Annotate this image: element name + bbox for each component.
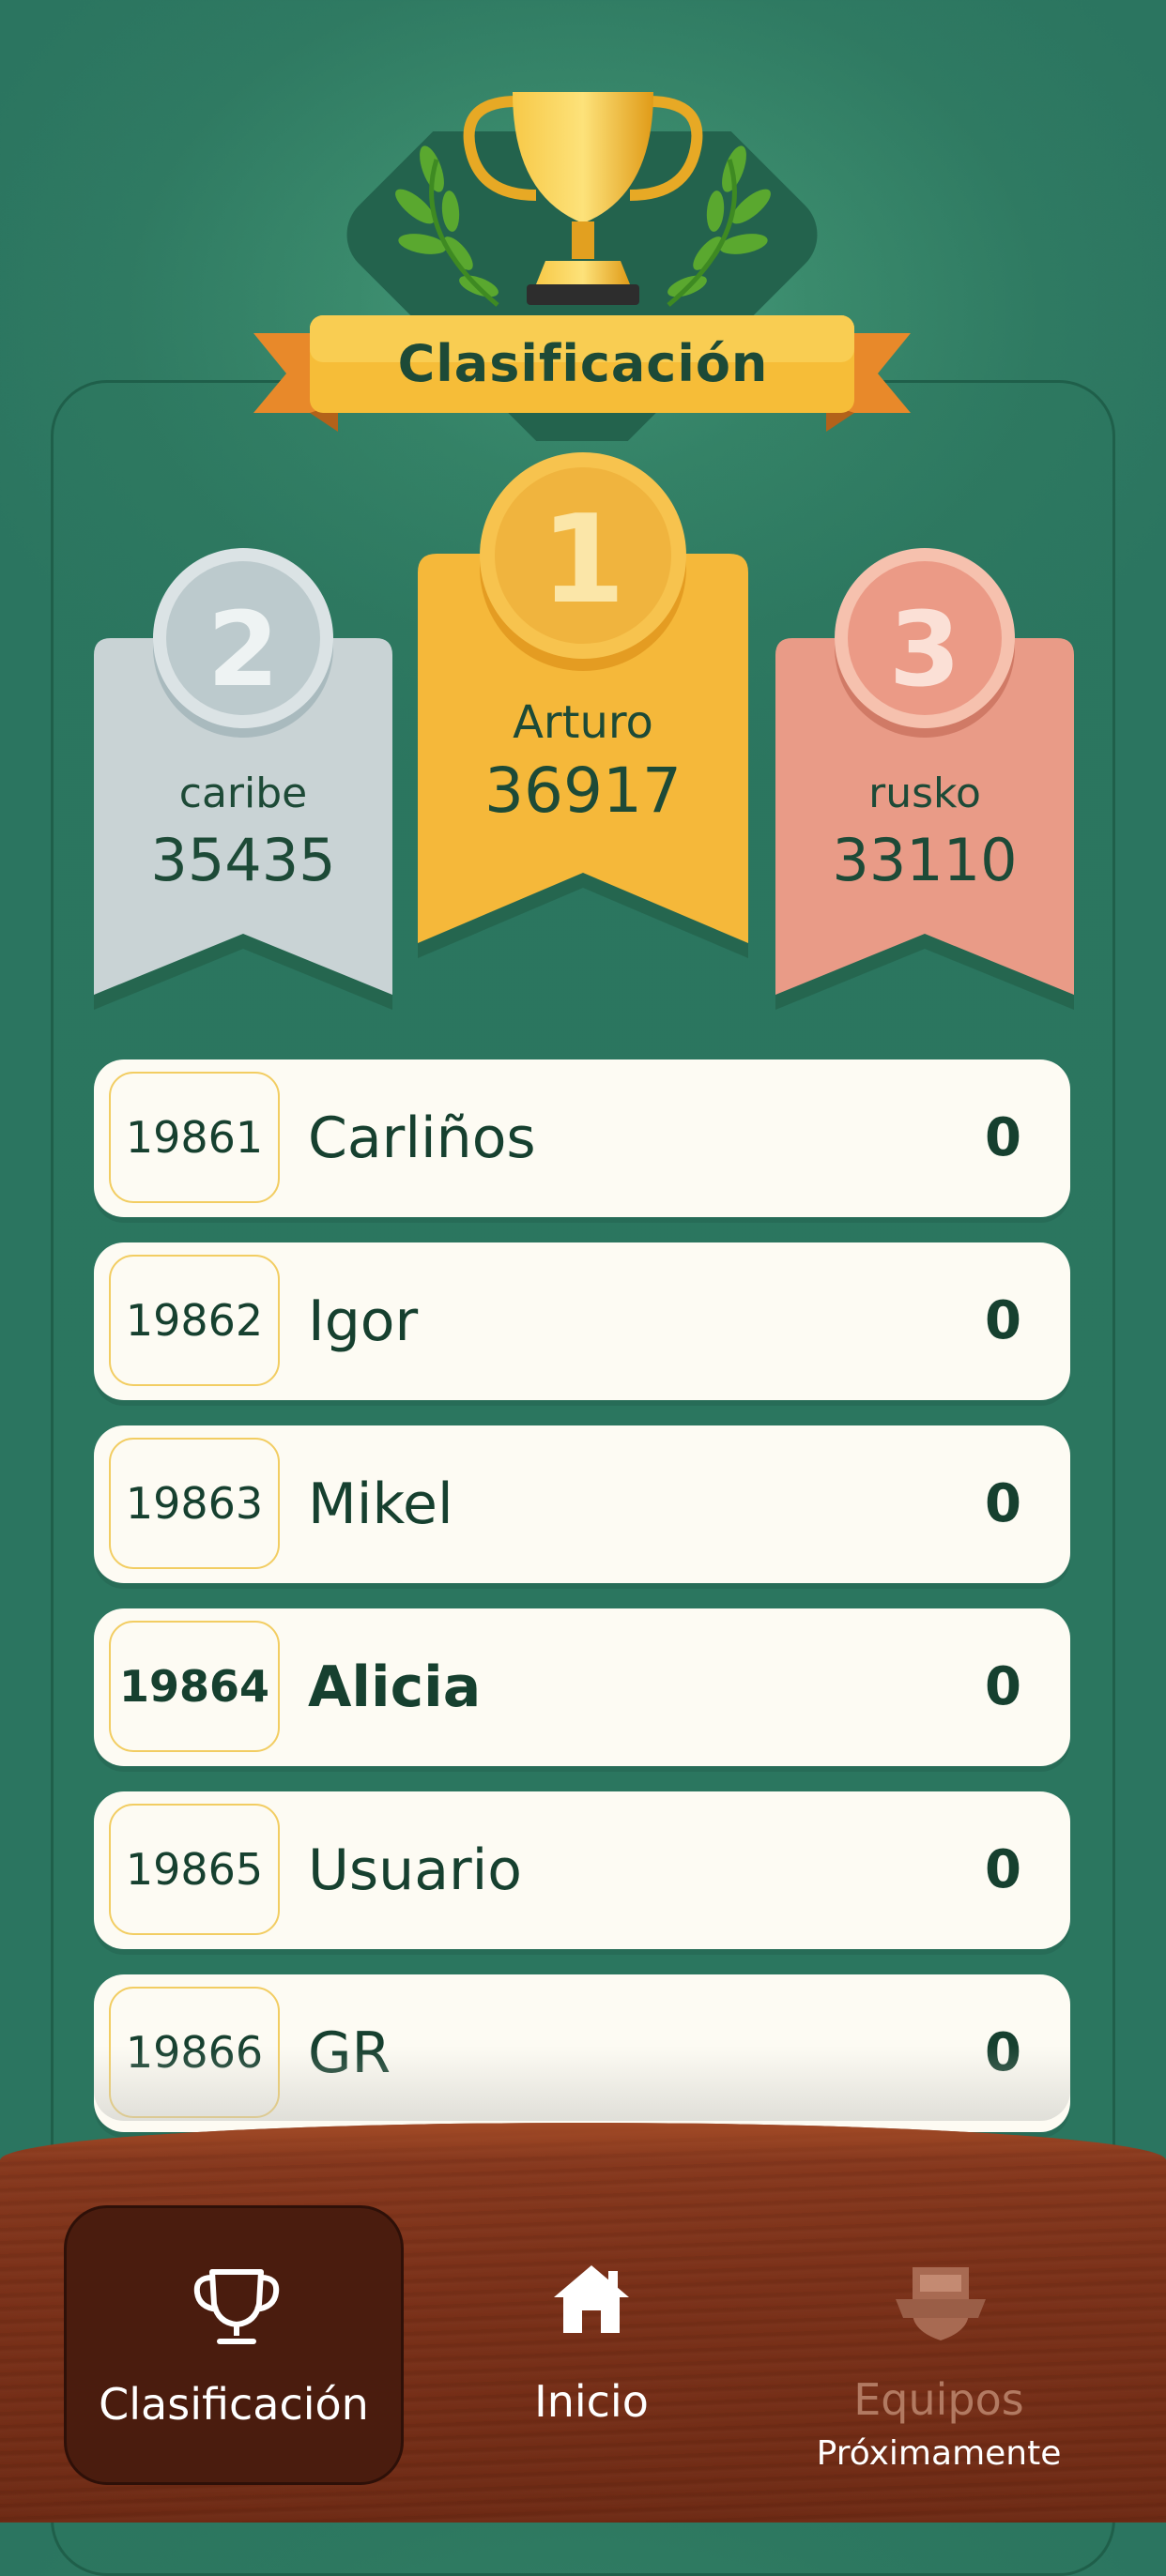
player-name: Alicia xyxy=(308,1654,482,1720)
nav-tab-equipos[interactable]: Equipos Próximamente xyxy=(807,2205,1070,2485)
leaderboard-row[interactable]: 19863 Mikel 0 xyxy=(94,1425,1070,1583)
podium-score: 33110 xyxy=(832,826,1018,894)
player-score: 0 xyxy=(985,2022,1021,2083)
rank-badge: 2 xyxy=(207,589,280,709)
player-name: Mikel xyxy=(308,1471,453,1537)
player-score: 0 xyxy=(985,1107,1021,1168)
podium-second[interactable]: 2 caribe 35435 xyxy=(94,544,392,1014)
nav-tab-clasificacion[interactable]: Clasificación xyxy=(64,2205,404,2485)
podium-score: 35435 xyxy=(150,826,336,894)
player-name: Igor xyxy=(308,1288,419,1354)
nav-label: Inicio xyxy=(534,2376,649,2427)
nav-label: Clasificación xyxy=(99,2379,369,2430)
leaderboard-row-current-user[interactable]: 19864 Alicia 0 xyxy=(94,1608,1070,1766)
leaderboard-row[interactable]: 19861 Carliños 0 xyxy=(94,1059,1070,1217)
nav-tab-inicio[interactable]: Inicio xyxy=(488,2205,695,2485)
player-name: GR xyxy=(308,2020,391,2086)
podium-score: 36917 xyxy=(484,755,682,827)
rank-number: 19865 xyxy=(109,1804,280,1935)
rank-badge: 3 xyxy=(888,589,961,709)
podium-name: rusko xyxy=(868,770,981,817)
shield-icon xyxy=(896,2267,986,2340)
podium-name: Arturo xyxy=(513,696,653,749)
home-icon xyxy=(554,2265,629,2333)
nav-label: Equipos xyxy=(853,2374,1024,2425)
rank-number: 19861 xyxy=(109,1072,280,1203)
trophy-icon xyxy=(193,2269,280,2344)
page-title: Clasificación xyxy=(397,333,769,393)
player-score: 0 xyxy=(985,1290,1021,1351)
podium-third[interactable]: 3 rusko 33110 xyxy=(775,544,1074,1014)
player-score: 0 xyxy=(985,1473,1021,1534)
rank-number: 19863 xyxy=(109,1438,280,1569)
player-name: Usuario xyxy=(308,1837,523,1903)
player-score: 0 xyxy=(985,1656,1021,1717)
rank-badge: 1 xyxy=(540,488,626,631)
rank-number: 19866 xyxy=(109,1987,280,2118)
trophy-icon xyxy=(463,92,703,305)
podium-name: caribe xyxy=(178,770,308,817)
rank-number: 19862 xyxy=(109,1255,280,1386)
leaderboard-row[interactable]: 19866 GR 0 xyxy=(94,1974,1070,2132)
player-score: 0 xyxy=(985,1839,1021,1900)
player-name: Carliños xyxy=(308,1105,536,1171)
leaderboard-row[interactable]: 19862 Igor 0 xyxy=(94,1242,1070,1400)
leaderboard-row[interactable]: 19865 Usuario 0 xyxy=(94,1791,1070,1949)
nav-sublabel: Próximamente xyxy=(816,2434,1062,2473)
rank-number: 19864 xyxy=(109,1621,280,1752)
podium-first[interactable]: 1 Arturo 36917 xyxy=(418,450,748,976)
